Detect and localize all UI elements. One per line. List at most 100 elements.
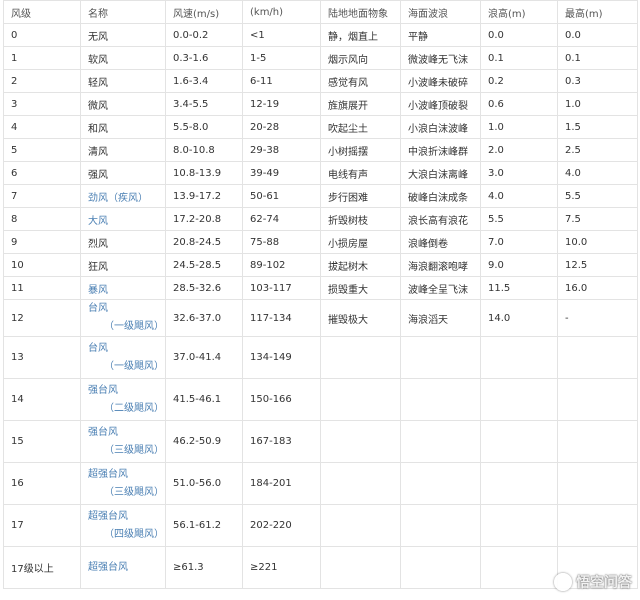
cell-land: 拔起树木	[320, 253, 401, 277]
cell-name: 清风	[80, 138, 166, 162]
cell-sea	[400, 420, 481, 463]
cell-speed-ms: 10.8-13.9	[165, 161, 243, 185]
cell-max: -	[557, 299, 638, 337]
cell-speed-kmh: 20-28	[242, 115, 321, 139]
cell-speed-kmh: 184-201	[242, 462, 321, 505]
header-speed-ms: 风速(m/s)	[165, 0, 243, 24]
cell-speed-kmh: 103-117	[242, 276, 321, 300]
table-row: 11 暴风 28.5-32.6 103-117 损毁重大 波峰全呈飞沫 11.5…	[3, 276, 638, 300]
cell-speed-ms: 1.6-3.4	[165, 69, 243, 93]
cell-level: 1	[3, 46, 81, 70]
name-sub: （二级飓风）	[104, 402, 164, 414]
wukong-watermark: 悟空问答	[554, 572, 632, 592]
cell-speed-ms: 20.8-24.5	[165, 230, 243, 254]
cell-max: 4.0	[557, 161, 638, 185]
cell-land: 损毁重大	[320, 276, 401, 300]
wukong-logo-icon	[554, 573, 572, 591]
cell-land: 吹起尘土	[320, 115, 401, 139]
cell-name: 强风	[80, 161, 166, 185]
cell-sea: 中浪折沫峰群	[400, 138, 481, 162]
table-row: 17 超强台风 （四级飓风） 56.1-61.2 202-220	[3, 504, 638, 547]
cell-level: 11	[3, 276, 81, 300]
cell-speed-kmh: <1	[242, 23, 321, 47]
table-row: 17级以上 超强台风 ≥61.3 ≥221	[3, 546, 638, 589]
cell-speed-ms: ≥61.3	[165, 546, 243, 589]
table-row: 15 强台风 （三级飓风） 46.2-50.9 167-183	[3, 420, 638, 463]
cell-level: 7	[3, 184, 81, 208]
cell-name-link[interactable]: 超强台风 （三级飓风）	[80, 462, 166, 505]
cell-max: 10.0	[557, 230, 638, 254]
cell-speed-kmh: 6-11	[242, 69, 321, 93]
cell-land: 步行困难	[320, 184, 401, 208]
cell-speed-ms: 24.5-28.5	[165, 253, 243, 277]
cell-speed-ms: 56.1-61.2	[165, 504, 243, 547]
name-main: 超强台风	[88, 561, 128, 573]
cell-sea	[400, 378, 481, 421]
cell-name: 和风	[80, 115, 166, 139]
cell-sea: 破峰白沫成条	[400, 184, 481, 208]
cell-sea: 小波峰未破碎	[400, 69, 481, 93]
cell-sea: 小浪白沫波峰	[400, 115, 481, 139]
cell-max	[557, 420, 638, 463]
cell-sea: 大浪白沫离峰	[400, 161, 481, 185]
cell-name-link[interactable]: 暴风	[80, 276, 166, 300]
cell-land	[320, 504, 401, 547]
cell-wave	[480, 462, 558, 505]
name-sub: （一级飓风）	[104, 360, 164, 372]
cell-name-link[interactable]: 劲风（疾风）	[80, 184, 166, 208]
table-row: 16 超强台风 （三级飓风） 51.0-56.0 184-201	[3, 462, 638, 505]
cell-speed-kmh: 39-49	[242, 161, 321, 185]
cell-name-link[interactable]: 大风	[80, 207, 166, 231]
cell-level: 9	[3, 230, 81, 254]
cell-speed-ms: 0.3-1.6	[165, 46, 243, 70]
table-row: 13 台风 （一级飓风） 37.0-41.4 134-149	[3, 336, 638, 379]
watermark-text: 悟空问答	[576, 575, 632, 591]
table-row: 14 强台风 （二级飓风） 41.5-46.1 150-166	[3, 378, 638, 421]
cell-land: 小树摇摆	[320, 138, 401, 162]
cell-sea	[400, 546, 481, 589]
cell-sea: 小波峰顶破裂	[400, 92, 481, 116]
cell-wave: 0.0	[480, 23, 558, 47]
cell-level: 14	[3, 378, 81, 421]
cell-sea: 浪峰倒卷	[400, 230, 481, 254]
cell-speed-ms: 0.0-0.2	[165, 23, 243, 47]
name-main: 台风	[88, 342, 108, 354]
cell-wave	[480, 336, 558, 379]
cell-max: 0.1	[557, 46, 638, 70]
cell-speed-kmh: 117-134	[242, 299, 321, 337]
header-land: 陆地地面物象	[320, 0, 401, 24]
cell-speed-kmh: 134-149	[242, 336, 321, 379]
cell-max	[557, 504, 638, 547]
cell-speed-kmh: 75-88	[242, 230, 321, 254]
cell-land: 电线有声	[320, 161, 401, 185]
cell-wave: 5.5	[480, 207, 558, 231]
cell-speed-ms: 32.6-37.0	[165, 299, 243, 337]
cell-sea: 海浪翻滚咆哮	[400, 253, 481, 277]
name-main: 台风	[88, 303, 108, 314]
cell-speed-kmh: 50-61	[242, 184, 321, 208]
cell-name: 烈风	[80, 230, 166, 254]
cell-name-link[interactable]: 超强台风	[80, 546, 166, 589]
cell-wave	[480, 378, 558, 421]
cell-land	[320, 378, 401, 421]
cell-name-link[interactable]: 台风 （一级飓风）	[80, 336, 166, 379]
cell-name-link[interactable]: 超强台风 （四级飓风）	[80, 504, 166, 547]
cell-wave	[480, 504, 558, 547]
cell-speed-ms: 41.5-46.1	[165, 378, 243, 421]
cell-speed-ms: 17.2-20.8	[165, 207, 243, 231]
cell-land: 感觉有风	[320, 69, 401, 93]
cell-speed-kmh: 62-74	[242, 207, 321, 231]
cell-land	[320, 462, 401, 505]
table-row: 8 大风 17.2-20.8 62-74 折毁树枝 浪长高有浪花 5.5 7.5	[3, 207, 638, 231]
cell-wave: 0.1	[480, 46, 558, 70]
cell-name-link[interactable]: 台风 （一级飓风）	[80, 299, 166, 337]
cell-name-link[interactable]: 强台风 （二级飓风）	[80, 378, 166, 421]
table-row: 7 劲风（疾风） 13.9-17.2 50-61 步行困难 破峰白沫成条 4.0…	[3, 184, 638, 208]
cell-sea	[400, 462, 481, 505]
cell-level: 4	[3, 115, 81, 139]
cell-name-link[interactable]: 强台风 （三级飓风）	[80, 420, 166, 463]
cell-speed-ms: 51.0-56.0	[165, 462, 243, 505]
cell-max: 1.0	[557, 92, 638, 116]
cell-speed-kmh: 1-5	[242, 46, 321, 70]
name-sub: （三级飓风）	[104, 486, 164, 498]
